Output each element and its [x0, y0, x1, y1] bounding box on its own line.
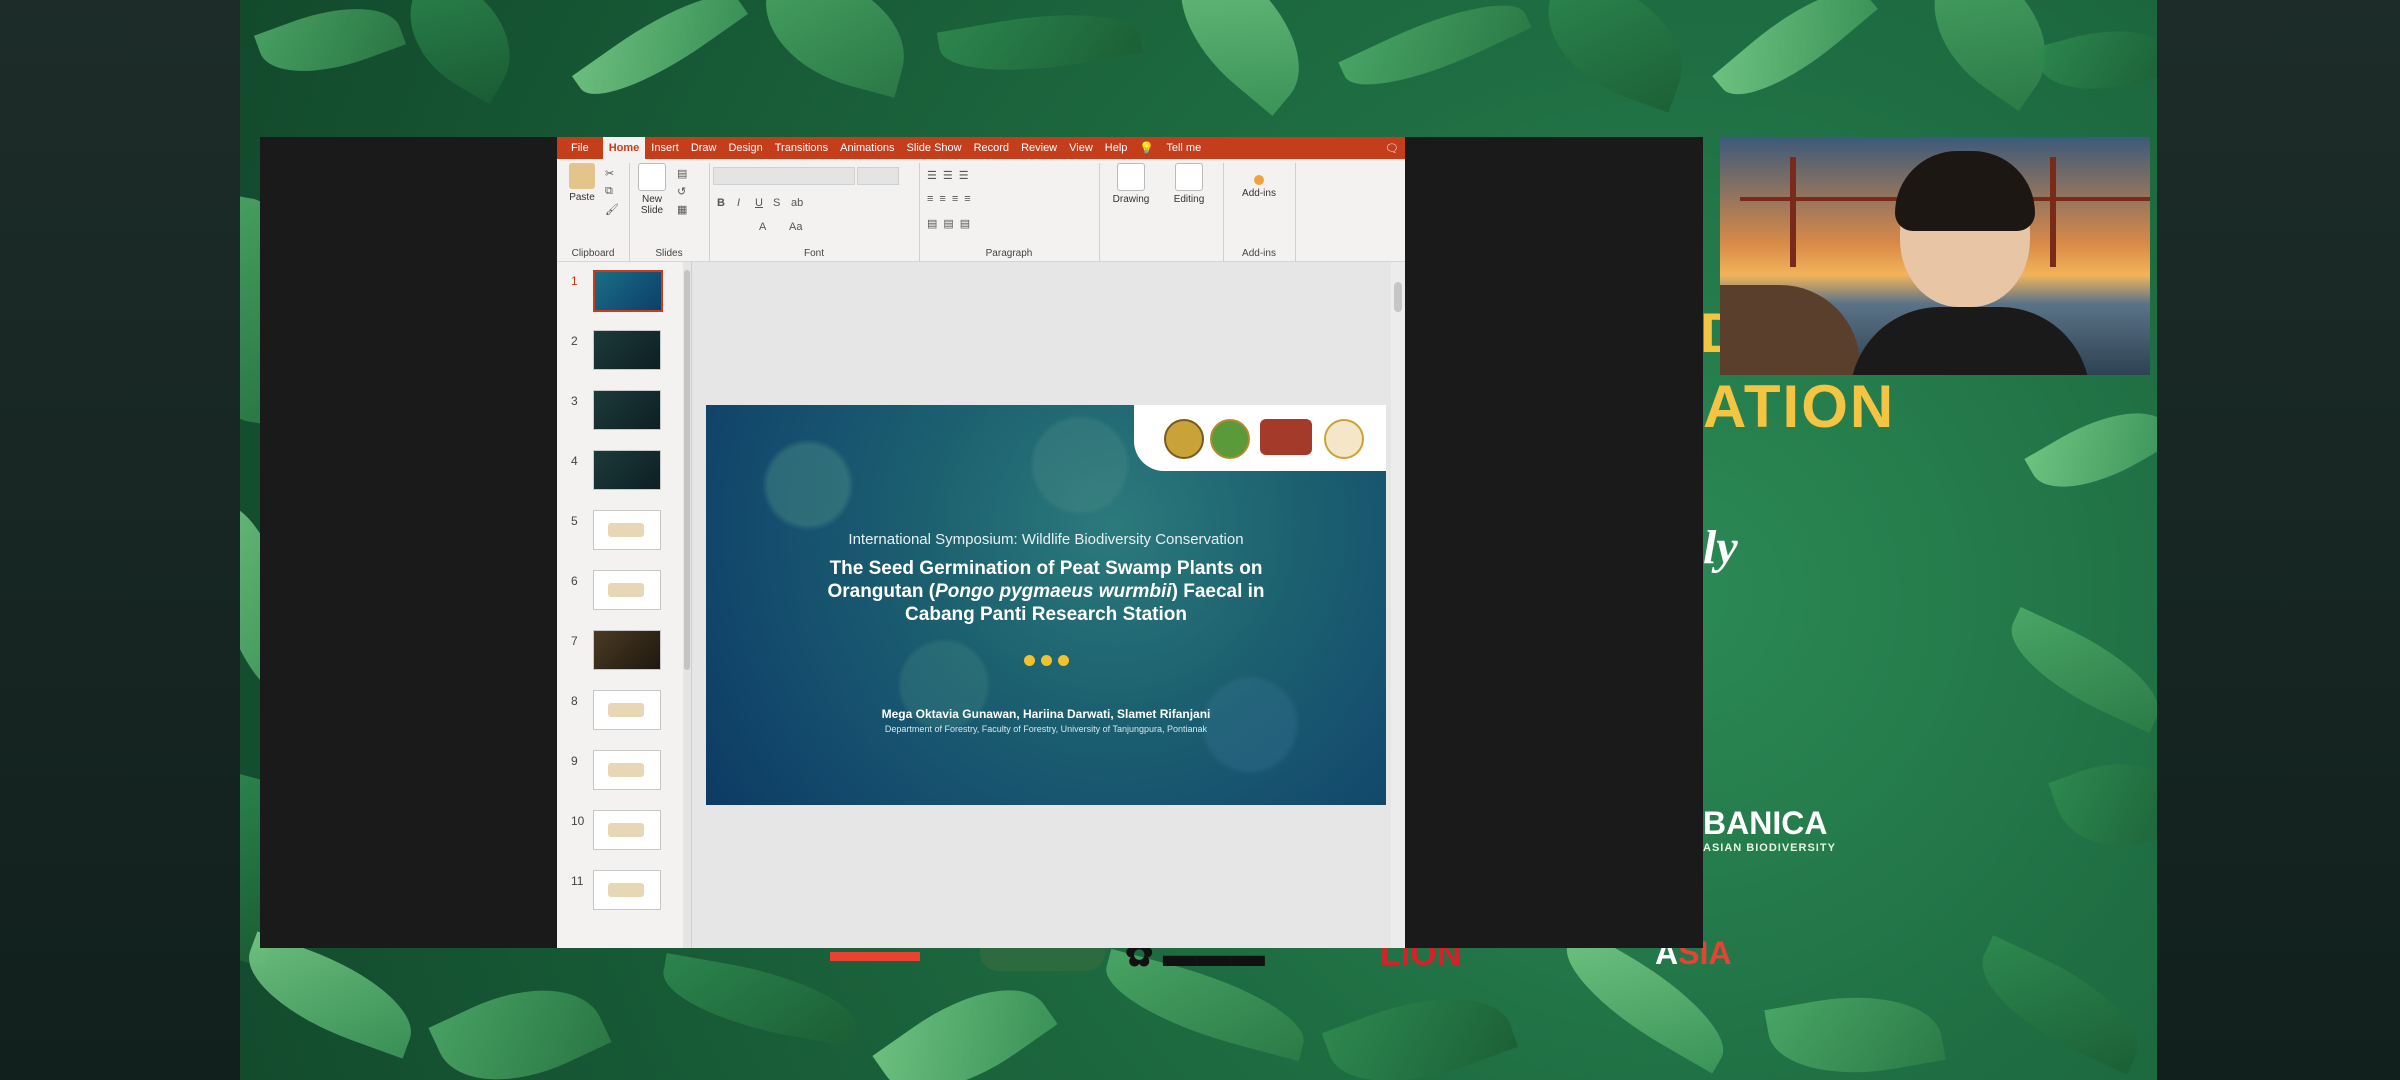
left-dark-strip	[0, 0, 240, 1080]
thumbnail-10[interactable]: 10	[557, 810, 691, 860]
spacing-buttons[interactable]: ▤▤▤	[927, 217, 976, 230]
forestry-logo	[1210, 419, 1250, 459]
banner-partial-script: ly	[1703, 521, 1738, 574]
strikethrough-button[interactable]: ab	[791, 197, 803, 209]
tab-transitions[interactable]: Transitions	[769, 142, 834, 154]
tab-slide-show[interactable]: Slide Show	[901, 142, 968, 154]
slide-authors: Mega Oktavia Gunawan, Hariina Darwati, S…	[881, 707, 1211, 721]
addins-icon	[1254, 175, 1264, 185]
copy-icon[interactable]: ⧉	[605, 185, 613, 198]
group-font: B I U S ab A Aa Font	[709, 163, 920, 261]
format-painter-icon[interactable]: 🖌	[605, 203, 619, 216]
group-label-font: Font	[803, 248, 824, 259]
group-label-clipboard: Clipboard	[571, 248, 615, 259]
thumbnail-1[interactable]: 1	[557, 270, 691, 320]
slide-dots	[706, 653, 1386, 671]
reset-icon[interactable]: ↺	[677, 185, 686, 198]
layout-icon[interactable]: ▤	[677, 167, 687, 180]
partner-logo-banica: BANICA ASIAN BIODIVERSITY	[1703, 805, 1836, 854]
shadow-button[interactable]: S	[773, 197, 780, 209]
paste-icon	[569, 163, 595, 189]
addins-button[interactable]: Add-ins	[1231, 167, 1287, 199]
slide-thumbnails-pane: 1 2 3 4 5 6 7 8 9 10 11	[557, 262, 692, 948]
font-size-dropdown[interactable]	[857, 167, 899, 185]
group-label-addins: Add-ins	[1242, 248, 1276, 259]
new-slide-button[interactable]: New Slide	[633, 163, 671, 216]
thumbnail-4[interactable]: 4	[557, 450, 691, 500]
slide-logo-strip	[1134, 405, 1386, 471]
presenter-video	[1850, 151, 2090, 375]
tab-insert[interactable]: Insert	[645, 142, 685, 154]
font-color-button[interactable]: A	[759, 221, 766, 233]
group-label-slides: Slides	[655, 248, 683, 259]
banner-partial-title: ATION	[1703, 373, 1896, 440]
powerpoint-window: File Home Insert Draw Design Transitions…	[557, 137, 1405, 948]
font-name-dropdown[interactable]	[713, 167, 855, 185]
partner-banica-sub: ASIAN BIODIVERSITY	[1703, 842, 1836, 854]
thumbnail-5[interactable]: 5	[557, 510, 691, 560]
thumbnail-3[interactable]: 3	[557, 390, 691, 440]
list-buttons[interactable]: ☰☰☰	[927, 169, 975, 182]
thumbnails-scrollbar[interactable]	[683, 262, 691, 948]
cut-icon[interactable]: ✂	[605, 167, 614, 180]
presenter-webcam[interactable]	[1720, 137, 2150, 375]
thumbnail-6[interactable]: 6	[557, 570, 691, 620]
tab-design[interactable]: Design	[722, 142, 768, 154]
right-dark-strip	[2157, 0, 2400, 1080]
thumbnail-7[interactable]: 7	[557, 630, 691, 680]
section-icon[interactable]: ▦	[677, 203, 687, 216]
thumbnail-2[interactable]: 2	[557, 330, 691, 380]
tab-home[interactable]: Home	[602, 137, 646, 159]
thumbnail-8[interactable]: 8	[557, 690, 691, 740]
paste-button[interactable]: Paste	[565, 163, 599, 203]
tab-animations[interactable]: Animations	[834, 142, 900, 154]
group-clipboard: Paste ✂ ⧉ 🖌 Clipboard	[557, 163, 630, 261]
webcam-bg-hill	[1720, 285, 1860, 375]
tab-help[interactable]: Help	[1099, 142, 1134, 154]
comments-icon[interactable]: 🗨	[1379, 142, 1405, 155]
italic-button[interactable]: I	[737, 197, 740, 209]
tab-draw[interactable]: Draw	[685, 142, 723, 154]
bold-button[interactable]: B	[717, 197, 725, 209]
slide-title: The Seed Germination of Peat Swamp Plant…	[827, 558, 1265, 625]
group-addins: Add-ins Add-ins	[1223, 163, 1296, 261]
group-paragraph: ☰☰☰ ≡≡≡≡ ▤▤▤ Paragraph	[919, 163, 1100, 261]
editing-button[interactable]: Editing	[1163, 163, 1215, 205]
research-logo	[1324, 419, 1364, 459]
slide-affiliation: Department of Forestry, Faculty of Fores…	[884, 724, 1208, 734]
group-label-paragraph: Paragraph	[985, 248, 1033, 259]
ribbon-tabs: File Home Insert Draw Design Transitions…	[557, 137, 1405, 159]
tab-file[interactable]: File	[557, 142, 603, 154]
thumbnail-11[interactable]: 11	[557, 870, 691, 920]
underline-button[interactable]: U	[755, 197, 763, 209]
university-logo	[1164, 419, 1204, 459]
tab-view[interactable]: View	[1063, 142, 1099, 154]
shapes-icon	[1117, 163, 1145, 191]
slide-subtitle: International Symposium: Wildlife Biodiv…	[848, 531, 1244, 548]
thumbnail-9[interactable]: 9	[557, 750, 691, 800]
lightbulb-icon: 💡	[1139, 141, 1155, 155]
search-icon	[1175, 163, 1203, 191]
species-name: Pongo pygmaeus wurmbii	[935, 581, 1172, 602]
new-slide-icon	[638, 163, 666, 191]
tab-record[interactable]: Record	[968, 142, 1015, 154]
organization-logo	[1260, 419, 1312, 455]
drawing-button[interactable]: Drawing	[1105, 163, 1157, 205]
align-buttons[interactable]: ≡≡≡≡	[927, 193, 977, 205]
partner-banica-name: BANICA	[1703, 805, 1828, 841]
ribbon-home: Paste ✂ ⧉ 🖌 Clipboard New Slide ▤ ↺ ▦ Sl…	[557, 159, 1405, 262]
canvas-scrollbar[interactable]	[1391, 262, 1405, 948]
current-slide[interactable]: International Symposium: Wildlife Biodiv…	[706, 405, 1386, 805]
group-drawing-editing: Drawing Editing	[1099, 163, 1224, 261]
tab-review[interactable]: Review	[1015, 142, 1063, 154]
change-case-button[interactable]: Aa	[789, 221, 802, 233]
group-slides: New Slide ▤ ↺ ▦ Slides	[629, 163, 710, 261]
tell-me-search[interactable]: Tell me	[1160, 142, 1207, 154]
